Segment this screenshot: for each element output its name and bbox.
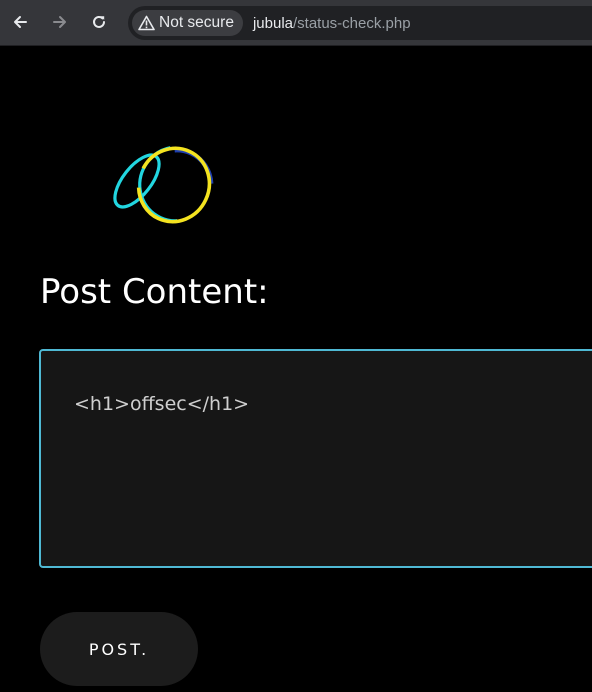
post-content-textarea[interactable]: <h1>offsec</h1>: [39, 349, 592, 568]
browser-toolbar: Not secure jubula/status-check.php: [0, 0, 592, 46]
url-text[interactable]: jubula/status-check.php: [253, 15, 411, 32]
security-label: Not secure: [159, 14, 234, 31]
post-button[interactable]: POST.: [40, 612, 198, 686]
url-path: /status-check.php: [293, 14, 411, 32]
address-bar[interactable]: Not secure jubula/status-check.php: [128, 6, 592, 40]
security-indicator[interactable]: Not secure: [132, 10, 243, 36]
reload-icon: [93, 15, 105, 28]
post-content-value: <h1>offsec</h1>: [74, 393, 250, 415]
arrow-right-icon: [53, 16, 66, 28]
back-button[interactable]: [6, 8, 34, 36]
arrow-left-icon: [14, 16, 27, 28]
reload-button[interactable]: [85, 8, 113, 36]
page-title: Post Content:: [40, 272, 269, 312]
url-host: jubula: [252, 14, 293, 32]
site-logo: [113, 145, 214, 225]
warning-triangle-icon: [138, 15, 155, 31]
forward-button[interactable]: [46, 8, 74, 36]
